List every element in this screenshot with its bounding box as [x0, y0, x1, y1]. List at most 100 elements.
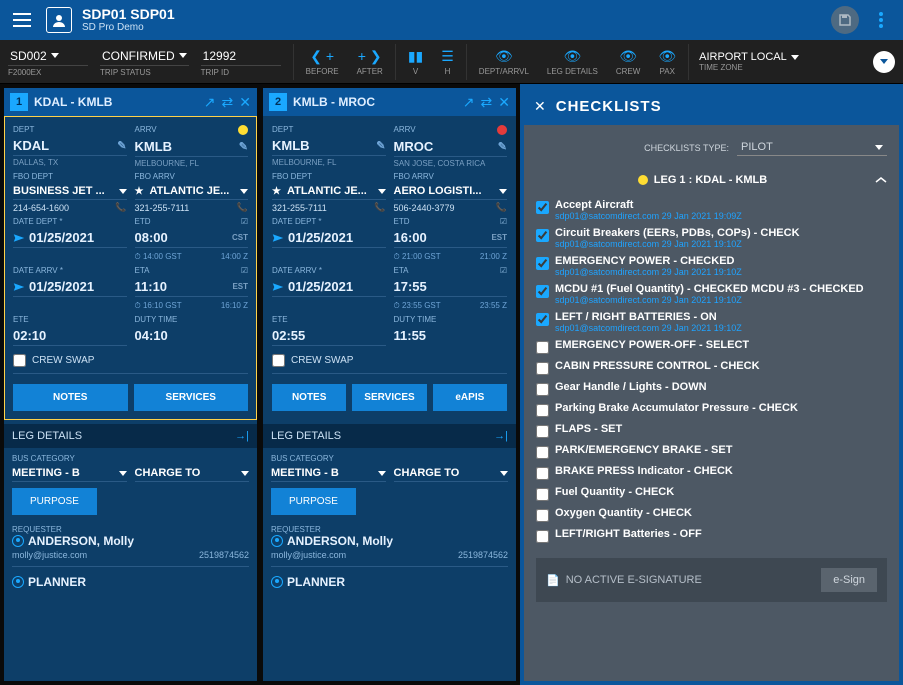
dept-code[interactable]: KMLB✎: [272, 136, 386, 156]
checklist-item[interactable]: BRAKE PRESS Indicator - CHECK: [536, 462, 887, 483]
popout-icon[interactable]: ↗: [204, 94, 216, 111]
requester-name[interactable]: ANDERSON, Molly: [12, 534, 249, 548]
view-horizontal[interactable]: ☰H: [435, 48, 460, 76]
planner-row[interactable]: PLANNER: [271, 575, 508, 589]
checklist-checkbox[interactable]: [536, 530, 549, 543]
eapis-button[interactable]: eAPIS: [433, 384, 507, 411]
after-button[interactable]: + ❯AFTER: [351, 48, 389, 76]
checklist-checkbox[interactable]: [536, 488, 549, 501]
esign-button[interactable]: e-Sign: [821, 568, 877, 592]
checklist-item[interactable]: EMERGENCY POWER - CHECKEDsdp01@satcomdir…: [536, 252, 887, 280]
arrv-code[interactable]: MROC✎: [394, 137, 508, 157]
delete-icon[interactable]: ✕: [239, 94, 251, 111]
date-dept-field[interactable]: 01/25/2021: [13, 228, 127, 248]
etd-field[interactable]: 08:00CST: [135, 228, 249, 248]
toggle-deptarrv[interactable]: 👁DEPT/ARRVL: [473, 48, 535, 76]
notes-button[interactable]: NOTES: [13, 384, 128, 411]
phone-icon[interactable]: 📞: [115, 202, 126, 213]
fbo-arrv-select[interactable]: AERO LOGISTI...: [394, 183, 508, 200]
purpose-button[interactable]: PURPOSE: [12, 488, 97, 515]
checklist-item[interactable]: Accept Aircraftsdp01@satcomdirect.com 29…: [536, 196, 887, 224]
requester-name[interactable]: ANDERSON, Molly: [271, 534, 508, 548]
fbo-dept-select[interactable]: ★ATLANTIC JE...: [272, 183, 386, 200]
trip-id-field[interactable]: 12992 TRIP ID: [201, 47, 281, 77]
charge-to-select[interactable]: CHARGE TO: [135, 465, 250, 482]
avatar-icon[interactable]: [46, 7, 72, 33]
planner-row[interactable]: PLANNER: [12, 575, 249, 589]
checklist-item[interactable]: Oxygen Quantity - CHECK: [536, 504, 887, 525]
phone-icon[interactable]: 📞: [237, 202, 248, 213]
aircraft-select[interactable]: SD002 F2000EX: [8, 47, 88, 77]
expand-icon[interactable]: [873, 51, 895, 73]
before-button[interactable]: ❮ +BEFORE: [300, 48, 345, 76]
crew-swap-check[interactable]: CREW SWAP: [272, 354, 507, 374]
date-dept-field[interactable]: 01/25/2021: [272, 228, 386, 248]
save-icon[interactable]: [831, 6, 859, 34]
toggle-crew[interactable]: 👁CREW: [610, 48, 646, 76]
toggle-pax[interactable]: 👁PAX: [652, 48, 682, 76]
delete-icon[interactable]: ✕: [498, 94, 510, 111]
checklist-checkbox[interactable]: [536, 404, 549, 417]
date-arrv-field[interactable]: 01/25/2021: [272, 277, 386, 297]
notes-button[interactable]: NOTES: [272, 384, 346, 411]
leg-details-header[interactable]: LEG DETAILS→|: [263, 424, 516, 448]
checklist-item[interactable]: Circuit Breakers (EERs, PDBs, COPs) - CH…: [536, 224, 887, 252]
phone-icon[interactable]: 📞: [374, 202, 385, 213]
services-button[interactable]: SERVICES: [134, 384, 249, 411]
swap-icon[interactable]: ⇄: [222, 94, 234, 111]
checklist-checkbox[interactable]: [536, 257, 549, 270]
edit-icon[interactable]: ✎: [239, 140, 248, 153]
kebab-icon[interactable]: [867, 6, 895, 34]
checklist-checkbox[interactable]: [536, 446, 549, 459]
leg-details-header[interactable]: LEG DETAILS→|: [4, 424, 257, 448]
checklist-checkbox[interactable]: [536, 509, 549, 522]
checklist-item[interactable]: MCDU #1 (Fuel Quantity) - CHECKED MCDU #…: [536, 280, 887, 308]
edit-icon[interactable]: ✎: [117, 139, 126, 152]
checklist-checkbox[interactable]: [536, 425, 549, 438]
checklist-item[interactable]: CABIN PRESSURE CONTROL - CHECK: [536, 357, 887, 378]
checklist-item[interactable]: FLAPS - SET: [536, 420, 887, 441]
eta-field[interactable]: 17:55: [394, 277, 508, 297]
checklist-checkbox[interactable]: [536, 201, 549, 214]
toggle-legdetails[interactable]: 👁LEG DETAILS: [541, 48, 604, 76]
checklist-checkbox[interactable]: [536, 362, 549, 375]
checklist-item[interactable]: EMERGENCY POWER-OFF - SELECT: [536, 336, 887, 357]
menu-icon[interactable]: [8, 6, 36, 34]
fbo-dept-select[interactable]: BUSINESS JET ...: [13, 183, 127, 200]
purpose-button[interactable]: PURPOSE: [271, 488, 356, 515]
fbo-arrv-select[interactable]: ★ATLANTIC JE...: [135, 183, 249, 200]
etd-field[interactable]: 16:00EST: [394, 228, 508, 248]
checklist-checkbox[interactable]: [536, 383, 549, 396]
checklist-item[interactable]: Gear Handle / Lights - DOWN: [536, 378, 887, 399]
swap-icon[interactable]: ⇄: [481, 94, 493, 111]
view-vertical[interactable]: ▮▮V: [402, 48, 429, 76]
bus-category-select[interactable]: MEETING - B: [271, 465, 386, 482]
checklist-item[interactable]: LEFT / RIGHT BATTERIES - ONsdp01@satcomd…: [536, 308, 887, 336]
checklist-item[interactable]: LEFT/RIGHT Batteries - OFF: [536, 525, 887, 546]
timezone-select[interactable]: AIRPORT LOCAL TIME ZONE: [699, 51, 799, 72]
edit-icon[interactable]: ✎: [498, 140, 507, 153]
checklist-checkbox[interactable]: [536, 467, 549, 480]
checklist-checkbox[interactable]: [536, 285, 549, 298]
edit-icon[interactable]: ✎: [376, 139, 385, 152]
charge-to-select[interactable]: CHARGE TO: [394, 465, 509, 482]
arrv-code[interactable]: KMLB✎: [135, 137, 249, 157]
bus-category-select[interactable]: MEETING - B: [12, 465, 127, 482]
checklist-checkbox[interactable]: [536, 313, 549, 326]
services-button[interactable]: SERVICES: [352, 384, 426, 411]
close-icon[interactable]: ✕: [534, 98, 546, 115]
checklist-leg-header[interactable]: LEG 1 : KDAL - KMLB: [536, 168, 887, 196]
checklist-checkbox[interactable]: [536, 341, 549, 354]
checklist-item[interactable]: Parking Brake Accumulator Pressure - CHE…: [536, 399, 887, 420]
date-arrv-field[interactable]: 01/25/2021: [13, 277, 127, 297]
phone-icon[interactable]: 📞: [496, 202, 507, 213]
crew-swap-check[interactable]: CREW SWAP: [13, 354, 248, 374]
status-select[interactable]: CONFIRMED TRIP STATUS: [100, 47, 189, 77]
checklist-item[interactable]: Fuel Quantity - CHECK: [536, 483, 887, 504]
checklist-type-select[interactable]: PILOT: [737, 139, 887, 156]
eta-field[interactable]: 11:10EST: [135, 277, 249, 297]
popout-icon[interactable]: ↗: [463, 94, 475, 111]
checklist-checkbox[interactable]: [536, 229, 549, 242]
dept-code[interactable]: KDAL✎: [13, 136, 127, 156]
checklist-item[interactable]: PARK/EMERGENCY BRAKE - SET: [536, 441, 887, 462]
